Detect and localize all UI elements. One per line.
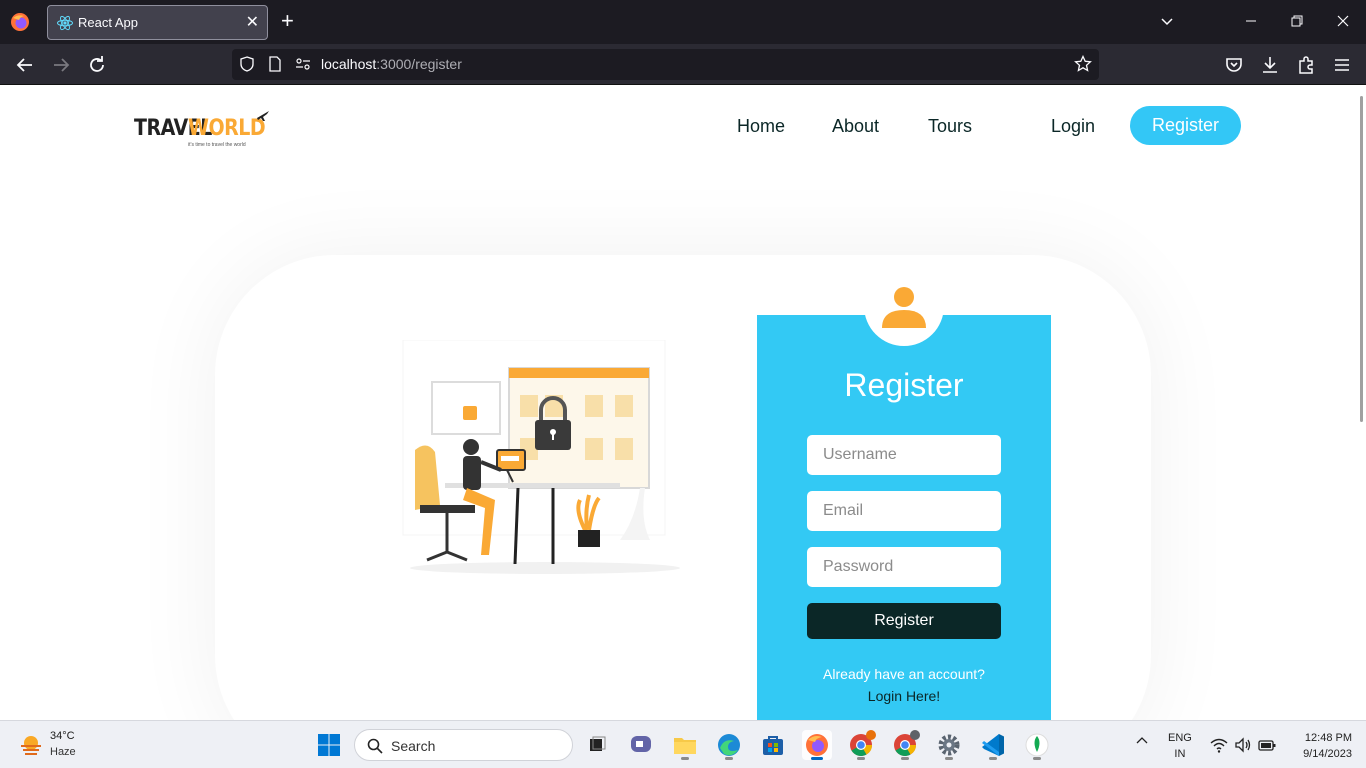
language-region: IN <box>1174 748 1186 760</box>
chrome-profile-icon[interactable] <box>890 730 920 760</box>
permissions-icon[interactable] <box>294 55 312 73</box>
wifi-icon[interactable] <box>1210 736 1228 754</box>
weather-temperature: 34°C <box>50 730 75 742</box>
login-link[interactable]: Login <box>1051 116 1095 137</box>
page-content: TRAVEL WORLD it's time to travel the wor… <box>0 85 1366 720</box>
edge-browser-icon[interactable] <box>714 730 744 760</box>
logo-text-world: WORLD <box>188 115 266 141</box>
reload-icon[interactable] <box>85 53 109 77</box>
browser-tab-bar: React App ✕ + <box>0 0 1366 44</box>
nav-about[interactable]: About <box>832 116 879 137</box>
page-icon <box>269 56 281 72</box>
new-tab-icon[interactable]: + <box>281 9 294 33</box>
login-security-illustration <box>402 340 680 574</box>
site-logo[interactable]: TRAVEL WORLD it's time to travel the wor… <box>134 109 274 153</box>
avatar <box>864 266 944 346</box>
search-label: Search <box>391 738 436 754</box>
close-tab-icon[interactable]: ✕ <box>246 12 259 32</box>
browser-tab[interactable]: React App ✕ <box>47 5 268 40</box>
tab-title: React App <box>78 15 138 30</box>
menu-hamburger-icon[interactable] <box>1330 53 1354 77</box>
clock-time: 12:48 PM <box>1304 732 1352 744</box>
system-clock[interactable]: 12:48 PM 9/14/2023 <box>1282 730 1352 762</box>
forward-icon[interactable] <box>49 53 73 77</box>
firefox-taskbar-icon[interactable] <box>802 730 832 760</box>
url-path: :3000/register <box>376 56 462 72</box>
downloads-icon[interactable] <box>1258 53 1282 77</box>
url-text[interactable]: localhost:3000/register <box>321 56 462 72</box>
app-running-indicator <box>989 757 997 760</box>
settings-gear-icon[interactable] <box>934 730 964 760</box>
task-view-icon[interactable] <box>582 730 612 760</box>
search-icon <box>367 738 383 754</box>
extensions-icon[interactable] <box>1294 53 1318 77</box>
register-button[interactable]: Register <box>1130 106 1241 145</box>
minimize-icon[interactable] <box>1245 15 1257 27</box>
battery-icon[interactable] <box>1258 736 1276 754</box>
register-card: Register Register Already have an accoun… <box>315 266 1051 720</box>
already-have-account-text: Already have an account? <box>823 666 985 682</box>
browser-nav-bar: localhost:3000/register <box>0 44 1366 85</box>
username-field[interactable] <box>807 435 1001 475</box>
app-running-indicator <box>725 757 733 760</box>
app-running-indicator <box>681 757 689 760</box>
tray-overflow-chevron-icon[interactable] <box>1136 735 1148 747</box>
pocket-icon[interactable] <box>1222 53 1246 77</box>
microsoft-store-icon[interactable] <box>758 730 788 760</box>
bookmark-star-icon[interactable] <box>1074 55 1092 73</box>
nav-home[interactable]: Home <box>737 116 785 137</box>
airplane-icon <box>257 111 269 121</box>
email-field[interactable] <box>807 491 1001 531</box>
nav-tours[interactable]: Tours <box>928 116 972 137</box>
volume-icon[interactable] <box>1234 736 1252 754</box>
app-running-indicator <box>945 757 953 760</box>
mongodb-compass-icon[interactable] <box>1022 730 1052 760</box>
windows-taskbar: 34°C Haze Search ENG IN 12:48 PM 9/14/20… <box>0 720 1366 768</box>
password-field[interactable] <box>807 547 1001 587</box>
clock-date: 9/14/2023 <box>1303 748 1352 760</box>
close-window-icon[interactable] <box>1337 15 1349 27</box>
shield-icon[interactable] <box>238 55 256 73</box>
language-indicator[interactable]: ENG IN <box>1168 730 1192 762</box>
haze-weather-icon[interactable] <box>19 733 43 757</box>
tab-list-chevron-icon[interactable] <box>1160 15 1174 29</box>
teams-chat-icon[interactable] <box>626 730 656 760</box>
windows-start-icon[interactable] <box>317 733 341 757</box>
address-bar[interactable]: localhost:3000/register <box>232 49 1099 80</box>
register-form-panel: Register Register Already have an accoun… <box>757 315 1051 720</box>
react-icon <box>57 15 73 31</box>
app-running-indicator <box>857 757 865 760</box>
chrome-icon[interactable] <box>846 730 876 760</box>
language-code: ENG <box>1168 732 1192 744</box>
url-host: localhost <box>321 56 377 72</box>
app-active-indicator <box>811 757 823 760</box>
user-icon <box>882 287 926 328</box>
vscode-icon[interactable] <box>978 730 1008 760</box>
app-running-indicator <box>901 757 909 760</box>
restore-icon[interactable] <box>1291 15 1303 27</box>
register-submit-button[interactable]: Register <box>807 603 1001 639</box>
taskbar-search[interactable]: Search <box>354 729 573 761</box>
weather-description: Haze <box>50 746 76 758</box>
file-explorer-icon[interactable] <box>670 730 700 760</box>
back-icon[interactable] <box>13 53 37 77</box>
register-title: Register <box>844 367 964 403</box>
logo-tagline: it's time to travel the world <box>188 142 246 148</box>
app-running-indicator <box>1033 757 1041 760</box>
page-scrollbar[interactable] <box>1360 96 1363 422</box>
login-here-link[interactable]: Login Here! <box>757 688 1051 704</box>
firefox-icon[interactable] <box>10 12 30 32</box>
